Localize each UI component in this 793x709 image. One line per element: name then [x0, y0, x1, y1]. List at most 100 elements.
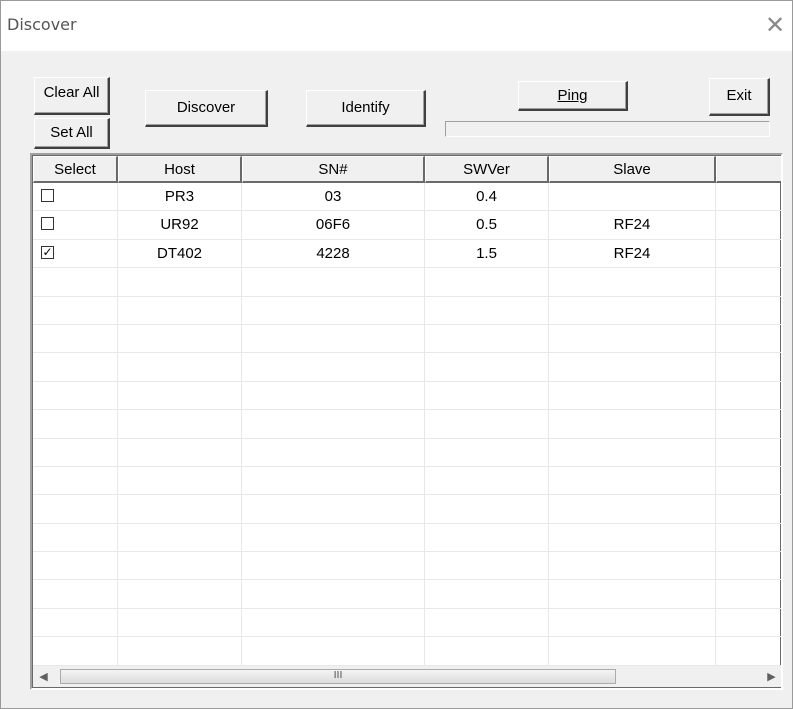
left-arrow-icon[interactable]: ◀ — [33, 666, 54, 687]
slave-cell — [549, 381, 716, 411]
empty-row — [33, 268, 781, 297]
sn-cell — [242, 438, 425, 467]
identify-label: Identify — [341, 99, 390, 116]
right-arrow-icon[interactable]: ▶ — [761, 666, 781, 687]
host-cell: PR3 — [118, 183, 242, 212]
sn-cell — [242, 353, 425, 382]
empty-row — [33, 353, 781, 382]
discover-button[interactable]: Discover — [145, 90, 268, 127]
table-row[interactable]: ✓ DT402 4228 1.5 RF24 — [33, 239, 781, 269]
host-cell — [118, 495, 242, 524]
sn-cell — [242, 296, 425, 325]
sn-cell — [242, 580, 425, 609]
select-cell — [33, 268, 118, 297]
empty-row — [33, 552, 781, 581]
column-header-slave[interactable]: Slave — [549, 156, 716, 183]
host-cell — [118, 410, 242, 439]
empty-row — [33, 324, 781, 354]
sn-cell — [242, 410, 425, 439]
empty-row — [33, 466, 781, 496]
scrollbar-grip: III — [333, 670, 343, 681]
select-checkbox[interactable]: ✓ — [41, 245, 54, 259]
sn-cell: 4228 — [242, 239, 425, 269]
filler-cell — [716, 183, 781, 212]
window-title: Discover — [7, 15, 77, 34]
filler-cell — [716, 240, 781, 269]
empty-row — [33, 580, 781, 609]
empty-row — [33, 608, 781, 638]
column-header-sn[interactable]: SN# — [242, 156, 425, 183]
select-cell — [33, 523, 118, 553]
select-cell — [33, 552, 118, 581]
filler-cell — [716, 410, 781, 439]
column-header-host[interactable]: Host — [118, 156, 242, 183]
table-row[interactable]: UR92 06F6 0.5 RF24 — [33, 211, 781, 240]
filler-cell — [716, 211, 781, 240]
select-cell — [33, 608, 118, 638]
column-header-filler — [716, 156, 781, 183]
host-cell — [118, 268, 242, 297]
sn-cell: 06F6 — [242, 211, 425, 240]
progress-bar — [445, 121, 770, 137]
slave-cell — [549, 296, 716, 325]
host-cell — [118, 552, 242, 581]
swver-cell — [425, 324, 549, 354]
filler-cell — [716, 439, 781, 467]
close-icon[interactable]: ✕ — [760, 10, 790, 40]
swver-cell — [425, 608, 549, 638]
slave-cell — [549, 466, 716, 496]
horizontal-scrollbar[interactable]: ◀ III ▶ — [33, 666, 781, 687]
select-cell: ✓ — [33, 239, 118, 269]
host-cell — [118, 324, 242, 354]
slave-cell — [549, 495, 716, 524]
clear-all-button[interactable]: Clear All — [34, 77, 110, 115]
set-all-button[interactable]: Set All — [34, 118, 110, 149]
set-all-label: Set All — [50, 124, 93, 141]
ping-label: Ping — [557, 87, 588, 104]
slave-cell: RF24 — [549, 211, 716, 240]
host-cell — [118, 438, 242, 467]
exit-button[interactable]: Exit — [709, 78, 770, 116]
select-cell — [33, 381, 118, 411]
filler-cell — [716, 580, 781, 609]
sn-cell — [242, 608, 425, 638]
list-header: Select Host SN# SWVer Slave — [33, 156, 781, 183]
sn-cell — [242, 495, 425, 524]
table-row[interactable]: PR3 03 0.4 — [33, 183, 781, 212]
filler-cell — [716, 637, 781, 666]
sn-cell — [242, 324, 425, 354]
swver-cell — [425, 296, 549, 325]
host-cell — [118, 353, 242, 382]
swver-cell — [425, 438, 549, 467]
slave-cell — [549, 410, 716, 439]
slave-cell: RF24 — [549, 239, 716, 269]
swver-cell — [425, 637, 549, 666]
swver-cell — [425, 495, 549, 524]
swver-cell — [425, 410, 549, 439]
select-cell — [33, 211, 118, 240]
empty-row — [33, 495, 781, 524]
slave-cell — [549, 438, 716, 467]
select-checkbox[interactable] — [41, 189, 54, 202]
column-header-select[interactable]: Select — [33, 156, 118, 183]
column-header-swver[interactable]: SWVer — [425, 156, 549, 183]
select-cell — [33, 183, 118, 212]
host-list[interactable]: Select Host SN# SWVer Slave PR3 03 0.4 UR92 06F6… — [30, 153, 783, 690]
identify-button[interactable]: Identify — [306, 90, 426, 127]
host-cell — [118, 608, 242, 638]
filler-cell — [716, 268, 781, 297]
empty-row — [33, 410, 781, 439]
filler-cell — [716, 353, 781, 382]
select-checkbox[interactable] — [41, 217, 54, 231]
swver-cell — [425, 381, 549, 411]
swver-cell: 1.5 — [425, 239, 549, 269]
host-cell — [118, 637, 242, 666]
scrollbar-thumb[interactable]: III — [60, 669, 616, 684]
slave-cell — [549, 580, 716, 609]
ping-button[interactable]: Ping — [518, 81, 628, 111]
slave-cell — [549, 268, 716, 297]
host-cell — [118, 381, 242, 411]
host-cell — [118, 523, 242, 553]
filler-cell — [716, 467, 781, 496]
swver-cell: 0.5 — [425, 211, 549, 240]
